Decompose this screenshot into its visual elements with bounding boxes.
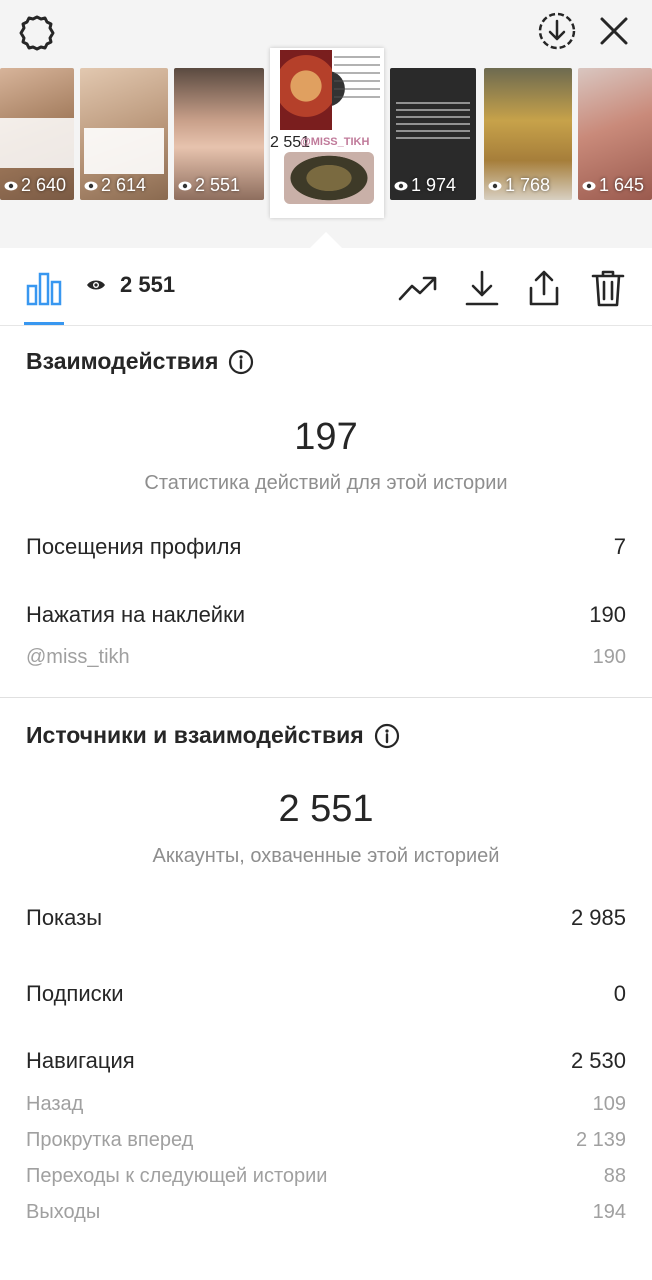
close-icon[interactable] (594, 10, 634, 52)
eye-icon (394, 181, 408, 190)
discovery-total: 2 551 (278, 788, 374, 830)
nav-value: 88 (603, 1165, 626, 1187)
active-tab-indicator (24, 322, 64, 325)
nav-value: 109 (592, 1093, 626, 1115)
stat-row: Подписки 0 (26, 981, 626, 1007)
thumbnail-views-count: 2 551 (195, 175, 241, 195)
eye-icon (84, 181, 98, 190)
gear-icon[interactable] (14, 10, 60, 56)
nav-row: Выходы 194 (26, 1201, 626, 1224)
nav-label: Прокрутка вперед (26, 1129, 194, 1151)
trash-icon[interactable] (588, 268, 628, 308)
eye-icon (178, 181, 192, 190)
nav-row: Назад 109 (26, 1093, 626, 1116)
eye-icon (87, 280, 105, 290)
stat-value: 2 530 (570, 1048, 626, 1073)
thumbnail-views: 1 974 (394, 175, 456, 196)
trend-icon[interactable] (398, 268, 438, 308)
story-carousel-area: 2 640 2 614 2 551 1 974 1 768 1 645 @MIS… (0, 0, 652, 248)
info-icon[interactable] (228, 349, 254, 375)
story-thumbnail[interactable]: 2 640 (0, 68, 74, 200)
story-thumbnail-selected[interactable]: @MISS_TIKH 2 551 (270, 48, 384, 218)
interactions-title-text: Взаимодействия (26, 348, 219, 374)
thumbnail-views-count: 1 974 (411, 175, 457, 195)
nav-row: Переходы к следующей истории 88 (26, 1165, 626, 1188)
stat-label: Посещения профиля (26, 534, 242, 559)
nav-label: Переходы к следующей истории (26, 1165, 328, 1187)
download-icon[interactable] (462, 268, 502, 308)
nav-label: Выходы (26, 1201, 101, 1223)
download-circle-icon[interactable] (534, 8, 580, 54)
thumbnail-handle: @MISS_TIKH (300, 136, 370, 148)
thumbnail-views-count: 2 640 (21, 175, 67, 195)
thumbnail-photo-top (280, 50, 332, 130)
thumbnail-views: 1 768 (488, 175, 550, 196)
stat-row: Посещения профиля 7 (26, 534, 626, 560)
stat-row: Показы 2 985 (26, 905, 626, 931)
thumbnail-views: 2 551 (178, 175, 240, 196)
nav-label: Назад (26, 1093, 84, 1115)
eye-icon (582, 181, 596, 190)
thumbnail-views: 2 614 (84, 175, 146, 196)
story-toolbar: 2 551 (0, 248, 652, 326)
info-icon[interactable] (374, 723, 400, 749)
share-icon[interactable] (524, 268, 564, 308)
stat-value: 7 (613, 534, 626, 559)
thumbnail-text-block (334, 56, 380, 104)
sticker-row: @miss_tikh 190 (26, 646, 626, 669)
stat-label: Нажатия на наклейки (26, 602, 246, 627)
stat-label: Подписки (26, 981, 124, 1006)
stat-value: 2 985 (570, 905, 626, 930)
thumbnail-views: 2 640 (4, 175, 66, 196)
thumbnail-views-count: 1 768 (505, 175, 551, 195)
eye-icon (4, 181, 18, 190)
thumbnail-photo-bottom (284, 152, 374, 204)
stat-value: 0 (613, 981, 626, 1006)
story-thumbnail[interactable]: 1 645 (578, 68, 652, 200)
interactions-total: 197 (294, 416, 358, 458)
stat-row: Нажатия на наклейки 190 (26, 602, 626, 628)
discovery-caption: Аккаунты, охваченные этой историей (152, 845, 500, 867)
discovery-title-text: Источники и взаимодействия (26, 722, 364, 748)
nav-value: 2 139 (575, 1129, 626, 1151)
stat-value: 190 (589, 602, 626, 627)
selected-caret (310, 232, 342, 248)
story-thumbnail[interactable]: 2 614 (80, 68, 168, 200)
thumbnail-views: 1 645 (582, 175, 644, 196)
sticker-value: 190 (592, 646, 626, 668)
thumbnail-views-count: 1 645 (599, 175, 645, 195)
thumbnail-overlay (0, 118, 74, 168)
interactions-title: Взаимодействия (26, 348, 254, 375)
story-thumbnail[interactable]: 1 974 (390, 68, 476, 200)
thumbnail-views-count: 2 614 (101, 175, 147, 195)
thumbnail-overlay (84, 128, 164, 174)
sticker-label: @miss_tikh (26, 646, 130, 668)
reach-count: 2 551 (86, 272, 175, 298)
section-divider (0, 697, 652, 698)
nav-row: Прокрутка вперед 2 139 (26, 1129, 626, 1152)
interactions-caption: Статистика действий для этой истории (144, 472, 508, 494)
reach-value: 2 551 (120, 272, 176, 297)
story-thumbnail[interactable]: 2 551 (174, 68, 264, 200)
eye-icon (488, 181, 502, 190)
nav-value: 194 (592, 1201, 626, 1223)
discovery-title: Источники и взаимодействия (26, 722, 400, 749)
thumbnail-text-block (396, 102, 470, 142)
story-thumbnail[interactable]: 1 768 (484, 68, 572, 200)
stat-label: Навигация (26, 1048, 135, 1073)
stat-label: Показы (26, 905, 103, 930)
bar-chart-icon[interactable] (24, 268, 64, 308)
stat-row: Навигация 2 530 (26, 1048, 626, 1074)
